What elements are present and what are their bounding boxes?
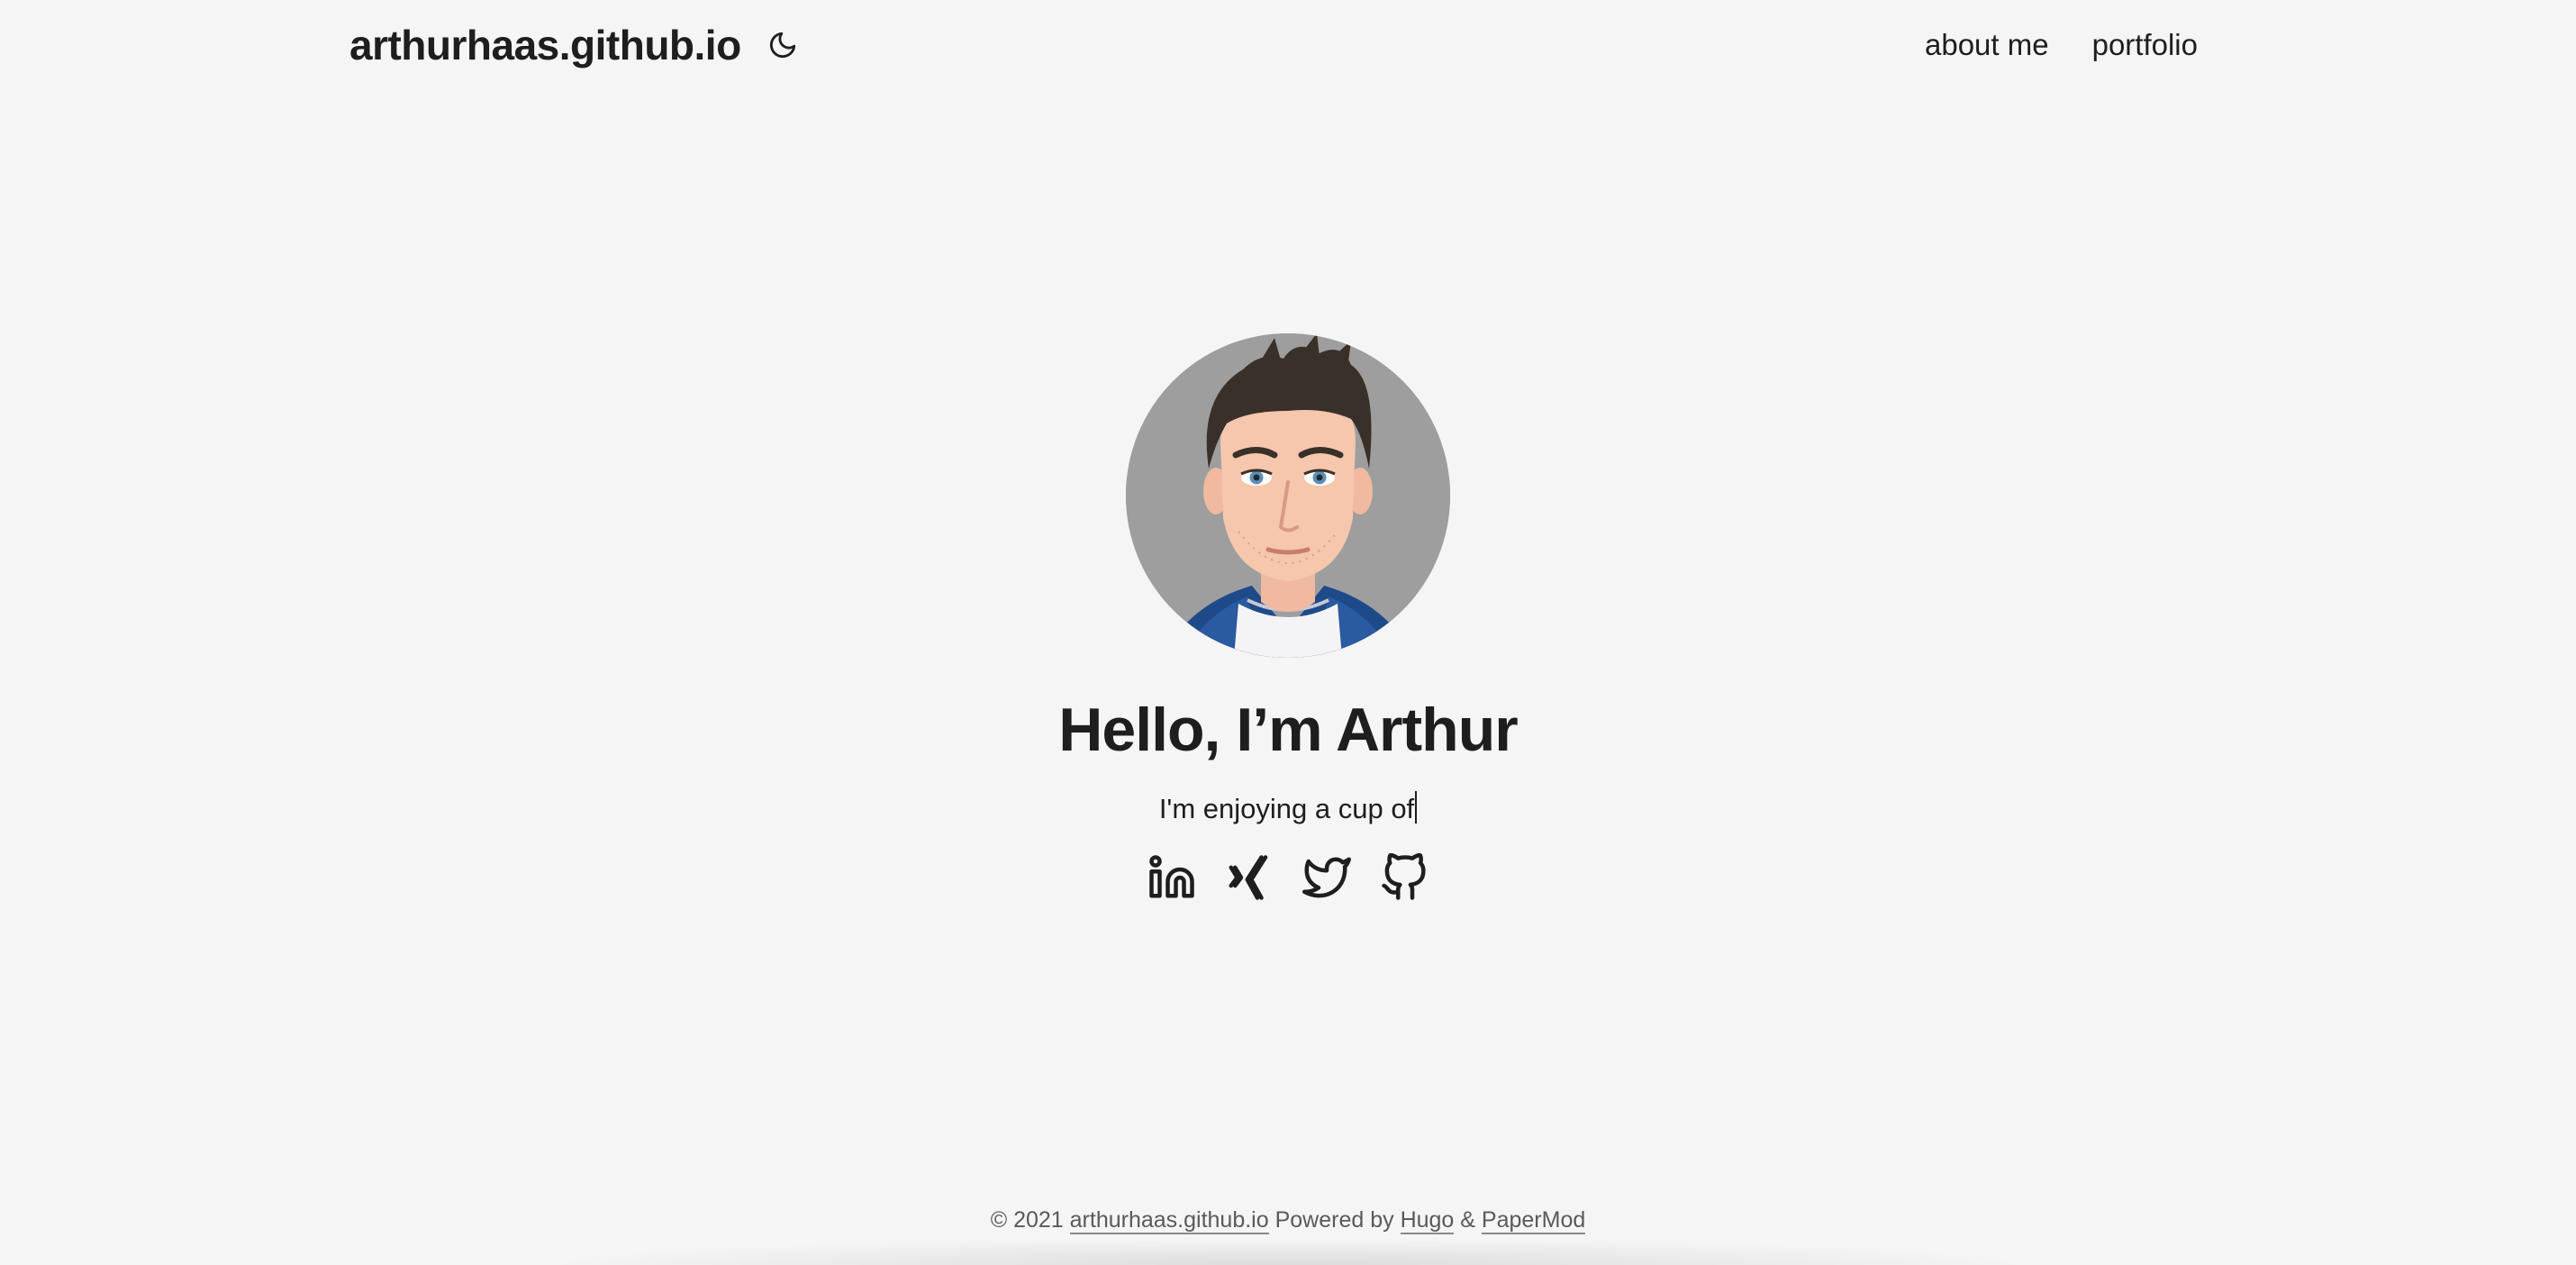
site-footer: © 2021 arthurhaas.github.io Powered by H… <box>0 1207 2576 1234</box>
github-icon[interactable] <box>1379 852 1429 903</box>
linkedin-icon[interactable] <box>1147 852 1197 903</box>
typed-subtitle: I'm enjoying a cup of <box>1158 791 1418 824</box>
brand: arthurhaas.github.io <box>349 21 801 69</box>
page-title: Hello, I’m Arthur <box>1058 696 1518 764</box>
main-nav: about me portfolio <box>1925 28 2198 62</box>
moon-icon[interactable] <box>765 27 801 63</box>
footer-site-link[interactable]: arthurhaas.github.io <box>1069 1207 1269 1234</box>
site-title-link[interactable]: arthurhaas.github.io <box>349 21 741 69</box>
profile-section: Hello, I’m Arthur I'm enjoying a cup of <box>0 333 2576 903</box>
social-links <box>1147 852 1429 903</box>
nav-about-me[interactable]: about me <box>1925 28 2049 62</box>
typing-cursor <box>1415 791 1418 824</box>
page: arthurhaas.github.io about me portfolio <box>0 0 2576 1265</box>
footer-ampersand: & <box>1460 1207 1475 1233</box>
site-header: arthurhaas.github.io about me portfolio <box>349 0 2198 90</box>
subtitle-text: I'm enjoying a cup of <box>1158 793 1415 824</box>
footer-hugo-link[interactable]: Hugo <box>1400 1207 1455 1234</box>
avatar <box>1126 333 1450 658</box>
nav-portfolio[interactable]: portfolio <box>2092 28 2198 62</box>
footer-powered-by: Powered by <box>1274 1207 1394 1233</box>
xing-icon[interactable] <box>1224 852 1274 903</box>
avatar-illustration <box>1126 333 1450 658</box>
twitter-icon[interactable] <box>1302 852 1352 903</box>
footer-papermod-link[interactable]: PaperMod <box>1481 1207 1586 1234</box>
footer-copyright: © 2021 <box>990 1207 1064 1233</box>
bottom-shadow <box>540 1238 2036 1265</box>
